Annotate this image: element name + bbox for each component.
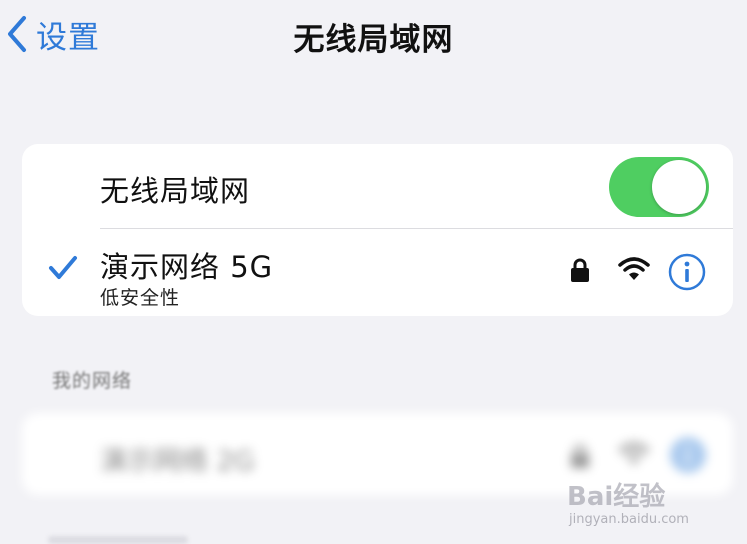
navigation-bar: 设置 无线局域网: [0, 0, 747, 80]
wifi-toggle-switch[interactable]: [609, 157, 709, 217]
network-name: 演示网络 2G: [100, 446, 255, 477]
page-title: 无线局域网: [293, 22, 454, 58]
watermark-url: jingyan.baidu.com: [569, 512, 689, 527]
blurred-section-hint: [48, 536, 188, 544]
my-networks-header: 我的网络: [52, 370, 133, 392]
wifi-toggle-row: 无线局域网: [22, 144, 733, 228]
connected-network-row[interactable]: 演示网络 5G 低安全性: [22, 229, 733, 316]
watermark-logo: Bai经验: [567, 482, 666, 512]
lock-icon: [571, 258, 589, 282]
checkmark-icon: [49, 256, 77, 279]
toggle-knob: [652, 160, 706, 214]
info-icon[interactable]: [668, 435, 708, 475]
wifi-toggle-label: 无线局域网: [100, 174, 251, 208]
lock-icon: [571, 444, 589, 468]
network-name: 演示网络 5G: [100, 250, 274, 284]
wifi-settings-card: 无线局域网 演示网络 5G 低安全性: [22, 144, 733, 316]
network-security-label: 低安全性: [100, 287, 181, 309]
info-icon[interactable]: [668, 253, 706, 291]
wifi-icon: [618, 257, 650, 280]
baidu-jingyan-watermark: Bai经验 jingyan.baidu.com: [567, 476, 717, 540]
wifi-icon: [618, 442, 650, 465]
